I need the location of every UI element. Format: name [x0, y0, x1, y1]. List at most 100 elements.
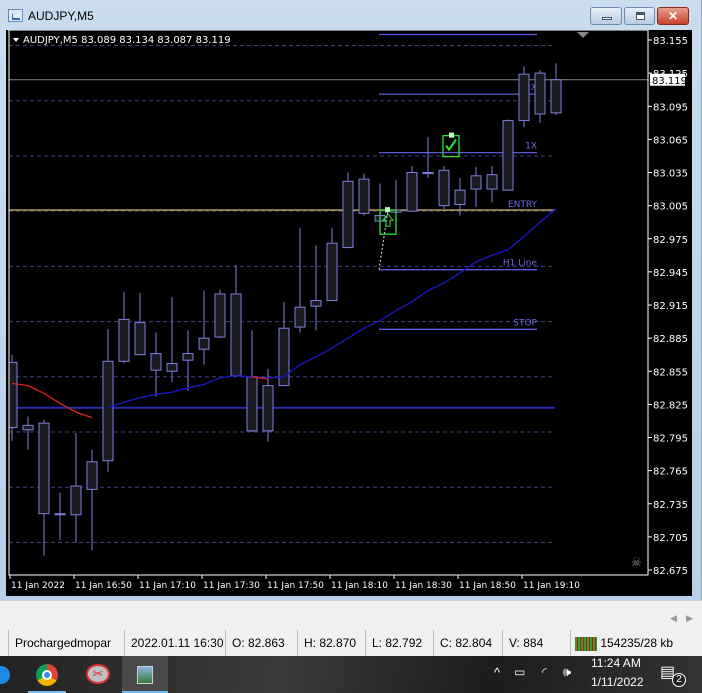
chart-window-icon	[8, 9, 23, 22]
traffic-text: 154235/28 kb	[600, 636, 674, 650]
show-hidden-icons[interactable]: ^	[494, 665, 500, 680]
status-close: C: 82.804	[433, 630, 492, 656]
symbol-dropdown-icon	[13, 38, 19, 42]
candle-body	[38, 422, 50, 515]
title-bar[interactable]: AUDJPY,M5 ✕	[0, 0, 702, 30]
candle-body	[470, 175, 482, 190]
close-icon: ✕	[667, 9, 679, 23]
window-title: AUDJPY,M5	[28, 9, 94, 23]
x-tick-label: 11 Jan 18:10	[331, 581, 388, 591]
candle-body	[310, 300, 322, 307]
chart-tabs-bar: ◀ ▶	[0, 600, 702, 630]
level-label: 1X	[525, 142, 537, 152]
candle-body	[166, 363, 178, 372]
x-tick-label: 11 Jan 19:10	[523, 581, 580, 591]
connection-bars-icon	[575, 636, 597, 651]
clock-date[interactable]: 1/11/2022	[591, 675, 644, 689]
candle-body	[406, 172, 418, 212]
y-tick-label: 82.735	[653, 500, 688, 511]
y-tick-label: 82.675	[653, 566, 688, 577]
x-tick-label: 11 Jan 2022	[11, 581, 65, 591]
minimize-button[interactable]	[590, 7, 622, 25]
y-tick-label: 82.825	[653, 400, 688, 411]
x-tick-label: 11 Jan 17:30	[203, 581, 260, 591]
candle-body	[214, 293, 226, 338]
status-volume: V: 884	[502, 630, 543, 656]
candle-body	[438, 169, 450, 207]
chart-area[interactable]: 2X 1X H1 Line STOP ENTRY ☠ AUDJPY,M5 83.089 83…	[6, 30, 692, 596]
expert-advisor-icon: ☠	[631, 555, 642, 569]
chart-shift-icon	[577, 32, 589, 38]
status-user: Prochargedmopar	[8, 630, 111, 656]
app-icon	[0, 666, 10, 684]
candle-body	[86, 461, 98, 490]
scissors-icon: ✂	[86, 664, 110, 684]
candle-body	[454, 189, 466, 206]
chart-window: AUDJPY,M5 ✕ 2X 1X H1 Line STOP ENTRY ☠ AUDJPY,…	[0, 0, 702, 600]
y-tick-label: 82.885	[653, 334, 688, 345]
power-icon[interactable]: ▭	[514, 665, 525, 679]
marker-handle	[385, 207, 390, 213]
x-tick-label: 11 Jan 18:50	[459, 581, 516, 591]
chrome-center-icon	[42, 670, 52, 680]
candle-body	[502, 120, 514, 191]
y-tick-label: 83.005	[653, 202, 688, 213]
candle-body	[534, 72, 546, 115]
candle-body	[102, 360, 114, 462]
status-bar: Prochargedmopar 2022.01.11 16:30 O: 82.8…	[0, 630, 702, 656]
marker-handle	[449, 132, 454, 138]
scroll-left-icon[interactable]: ◀	[670, 613, 677, 624]
candle-body	[54, 513, 66, 516]
taskbar: ✂ ^ ▭ ◜ 🕪 11:24 AM 1/11/2022 ▤ 2	[0, 656, 702, 693]
candle-body	[422, 172, 434, 175]
candle-body	[70, 485, 82, 516]
checkmark-icon	[445, 139, 457, 152]
taskbar-app-partial[interactable]	[0, 656, 10, 693]
y-tick-label: 82.945	[653, 268, 688, 279]
chart-header-ohlc: AUDJPY,M5 83.089 83.134 83.087 83.119	[23, 35, 231, 46]
y-tick-label: 83.095	[653, 102, 688, 113]
y-tick-label: 82.765	[653, 467, 688, 478]
current-price-label: 83.119	[652, 76, 687, 87]
status-time: 2022.01.11 16:30	[124, 630, 224, 656]
y-tick-label: 82.705	[653, 533, 688, 544]
close-button[interactable]: ✕	[657, 7, 689, 25]
status-open: O: 82.863	[225, 630, 285, 656]
scroll-right-icon[interactable]: ▶	[686, 613, 693, 624]
candle-body	[358, 178, 370, 214]
x-tick-label: 11 Jan 16:50	[75, 581, 132, 591]
candle-body	[294, 306, 306, 328]
clock-time[interactable]: 11:24 AM	[591, 656, 641, 670]
y-tick-label: 82.915	[653, 301, 688, 312]
level-label: H1 Line	[503, 259, 538, 269]
candle-body	[198, 337, 210, 350]
metatrader-icon	[137, 666, 153, 684]
connection-status[interactable]: 154235/28 kb	[570, 630, 673, 656]
y-tick-label: 82.855	[653, 367, 688, 378]
entry-label: ENTRY	[508, 200, 538, 210]
candle-body	[262, 385, 274, 432]
candle-body	[134, 322, 146, 356]
y-tick-label: 83.035	[653, 169, 688, 180]
x-tick-label: 11 Jan 17:50	[267, 581, 324, 591]
candle-body	[326, 242, 338, 302]
restore-icon	[636, 12, 645, 20]
taskbar-snipping-tool[interactable]: ✂	[76, 656, 122, 693]
taskbar-metatrader[interactable]	[122, 656, 168, 693]
candle-body	[182, 353, 194, 361]
level-label: STOP	[513, 318, 537, 328]
y-tick-label: 83.155	[653, 36, 688, 47]
volume-icon[interactable]: 🕪	[563, 664, 571, 680]
y-tick-label: 82.975	[653, 235, 688, 246]
price-chart[interactable]: 2X1XH1 LineSTOPENTRY☠AUDJPY,M5 83.089 83…	[6, 30, 692, 596]
plot-layer: 2X1XH1 LineSTOPENTRY	[9, 33, 648, 556]
notification-count: 2	[672, 673, 686, 687]
maximize-button[interactable]	[624, 7, 655, 25]
x-tick-label: 11 Jan 18:30	[395, 581, 452, 591]
moving-average-red	[11, 382, 93, 419]
taskbar-chrome[interactable]	[24, 656, 70, 693]
status-high: H: 82.870	[297, 630, 356, 656]
wifi-icon[interactable]: ◜	[542, 665, 547, 679]
minimize-icon	[602, 17, 612, 20]
candle-body	[150, 353, 162, 371]
